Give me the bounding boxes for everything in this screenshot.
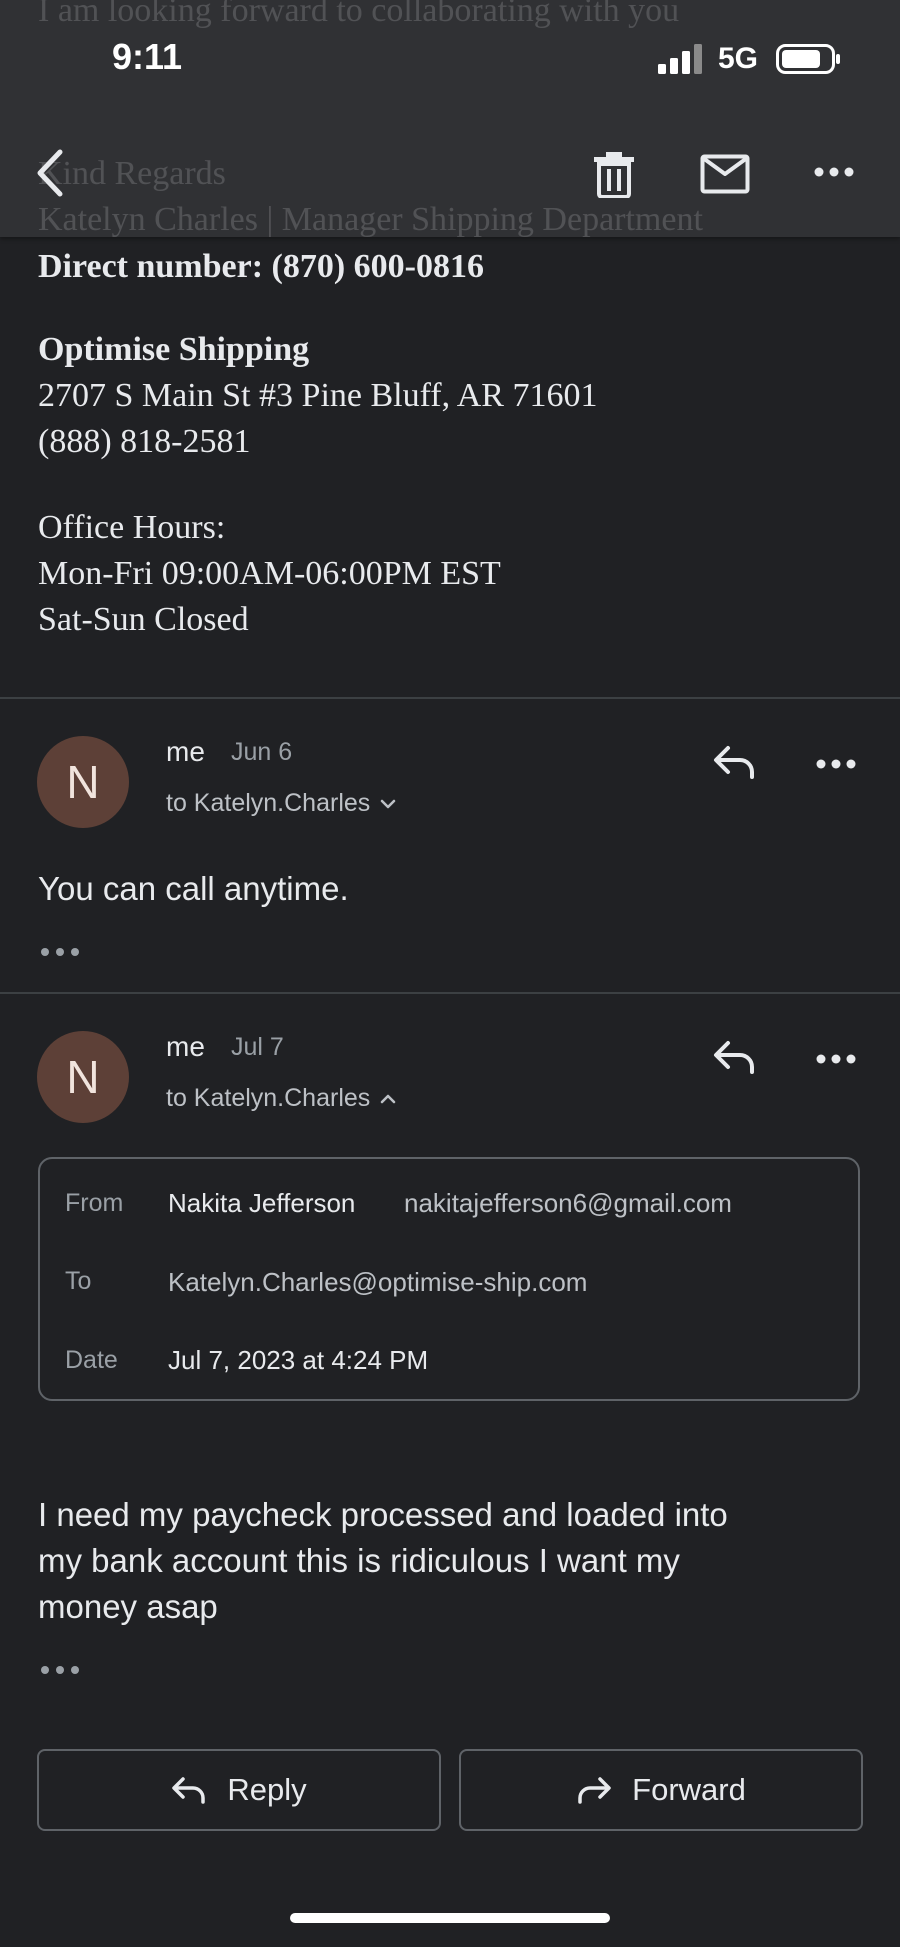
forward-button-label: Forward — [632, 1772, 746, 1807]
recipients-toggle[interactable]: to Katelyn.Charles — [166, 789, 396, 818]
details-from-label: From — [65, 1189, 124, 1217]
background-text-line: I am looking forward to collaborating wi… — [38, 0, 680, 29]
back-arrow-icon[interactable] — [32, 148, 72, 198]
sender-name: me — [166, 1031, 205, 1062]
show-trimmed-content-icon[interactable] — [40, 946, 80, 958]
more-horizontal-icon[interactable] — [814, 166, 854, 178]
divider — [0, 992, 900, 994]
message-date: Jun 6 — [231, 738, 293, 766]
mail-icon[interactable] — [700, 154, 750, 194]
background-text-line: Katelyn Charles | Manager Shipping Depar… — [38, 201, 703, 238]
forward-button[interactable]: Forward — [459, 1749, 863, 1831]
message-date: Jul 7 — [231, 1033, 284, 1061]
signature-direct-number: Direct number: (870) 600-0816 — [38, 248, 485, 285]
message-body: You can call anytime. — [38, 870, 349, 907]
more-horizontal-icon[interactable] — [816, 1053, 856, 1065]
avatar[interactable]: N — [37, 736, 129, 828]
reply-button-label: Reply — [227, 1772, 307, 1807]
signature-address: 2707 S Main St #3 Pine Bluff, AR 71601 — [38, 377, 598, 414]
message-details-card: From Nakita Jefferson nakitajefferson6@g… — [38, 1157, 860, 1401]
details-to-email[interactable]: Katelyn.Charles@optimise-ship.com — [168, 1267, 587, 1298]
reply-button[interactable]: Reply — [37, 1749, 441, 1831]
signature-company: Optimise Shipping — [38, 331, 310, 368]
message-body-line: I need my paycheck processed and loaded … — [38, 1496, 728, 1533]
signature-phone: (888) 818-2581 — [38, 423, 251, 460]
details-date-value: Jul 7, 2023 at 4:24 PM — [168, 1345, 429, 1375]
message-body-line: my bank account this is ridiculous I wan… — [38, 1542, 680, 1579]
forward-icon — [576, 1776, 612, 1804]
battery-icon — [776, 44, 842, 74]
signature-hours-weekend: Sat-Sun Closed — [38, 601, 249, 638]
recipients-label: to Katelyn.Charles — [166, 789, 371, 817]
signal-icon — [656, 44, 706, 74]
signature-hours-weekday: Mon-Fri 09:00AM-06:00PM EST — [38, 555, 501, 592]
signature-hours-label: Office Hours: — [38, 509, 226, 546]
details-from-name[interactable]: Nakita Jefferson — [168, 1188, 355, 1219]
chevron-up-icon — [380, 1093, 396, 1105]
divider — [0, 697, 900, 699]
details-date-label: Date — [65, 1346, 118, 1374]
details-from-email[interactable]: nakitajefferson6@gmail.com — [404, 1188, 732, 1219]
network-type: 5G — [718, 42, 759, 75]
more-horizontal-icon[interactable] — [816, 758, 856, 770]
chevron-down-icon — [380, 798, 396, 810]
status-time: 9:11 — [112, 36, 183, 77]
trash-icon[interactable] — [592, 150, 636, 198]
show-trimmed-content-icon[interactable] — [40, 1664, 80, 1676]
sender-name: me — [166, 736, 205, 767]
recipients-label: to Katelyn.Charles — [166, 1084, 371, 1112]
reply-icon[interactable] — [712, 744, 756, 780]
message-body-line: money asap — [38, 1588, 218, 1625]
avatar[interactable]: N — [37, 1031, 129, 1123]
recipients-toggle[interactable]: to Katelyn.Charles — [166, 1084, 396, 1113]
reply-icon[interactable] — [712, 1039, 756, 1075]
details-to-label: To — [65, 1267, 92, 1295]
reply-icon — [171, 1776, 207, 1804]
home-indicator[interactable] — [290, 1913, 610, 1923]
